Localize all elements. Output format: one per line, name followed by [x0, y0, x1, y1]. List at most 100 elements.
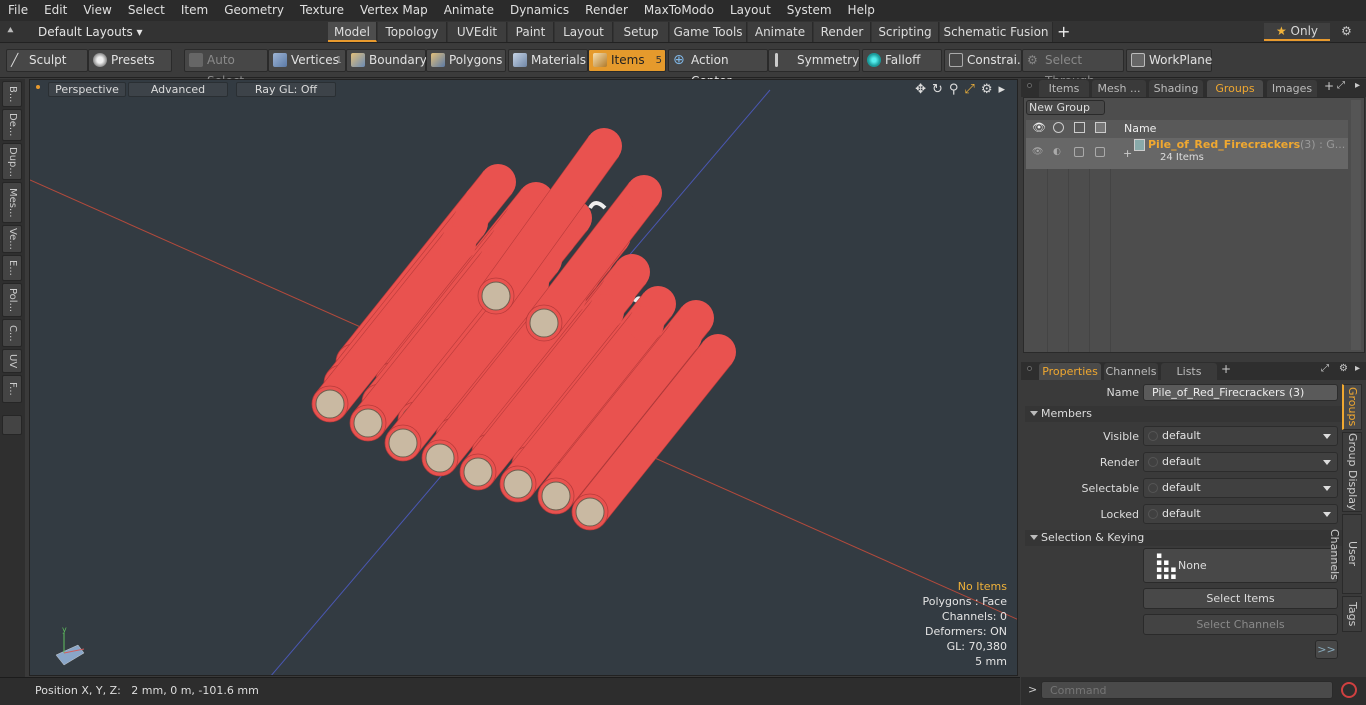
locked-dropdown[interactable]: default [1143, 504, 1338, 524]
props-tab-lists[interactable]: Lists [1161, 363, 1217, 380]
menu-maxtomodo[interactable]: MaxToModo [636, 0, 722, 21]
left-tab-3[interactable]: Mes... [2, 182, 22, 223]
menu-vertex-map[interactable]: Vertex Map [352, 0, 436, 21]
mode-tab-paint[interactable]: Paint [508, 22, 554, 42]
visibility-col-eye-icon[interactable]: 👁 [1032, 121, 1046, 134]
panel-tab-mesh-[interactable]: Mesh ... [1092, 80, 1146, 97]
panel-tab-items[interactable]: Items [1039, 80, 1089, 97]
menu-item[interactable]: Item [173, 0, 216, 21]
group-lock-box[interactable] [1095, 147, 1105, 157]
menu-render[interactable]: Render [577, 0, 636, 21]
left-tab-9[interactable]: F... [2, 375, 22, 403]
constraints-button[interactable]: Constrai... [944, 49, 1028, 72]
add-props-tab-icon[interactable]: + [1221, 362, 1231, 376]
props-menu-icon[interactable]: ▸ [1355, 363, 1360, 374]
symmetry-button[interactable]: Symmetry [768, 49, 860, 72]
zoom-view-icon[interactable]: ⚲ [949, 82, 959, 97]
props-expand-icon[interactable]: ⤢ [1321, 363, 1329, 374]
mode-tab-schematic-fusion[interactable]: Schematic Fusion [940, 22, 1053, 42]
name-input[interactable]: Pile_of_Red_Firecrackers (3) [1143, 384, 1338, 401]
left-tab-5[interactable]: E... [2, 255, 22, 281]
command-input[interactable] [1041, 681, 1333, 699]
auto-select-button[interactable]: Auto Select [184, 49, 268, 88]
sculpt-button[interactable]: ╱ Sculpt [6, 49, 88, 72]
panel-tab-shading[interactable]: Shading [1149, 80, 1203, 97]
mode-tab-uvedit[interactable]: UVEdit [448, 22, 507, 42]
side-tab-tags[interactable]: Tags [1342, 596, 1362, 632]
panel-menu-icon[interactable]: ▸ [1355, 80, 1360, 91]
rotate-view-icon[interactable]: ↻ [932, 82, 943, 97]
mode-tab-render[interactable]: Render [814, 22, 871, 42]
workplane-button[interactable]: WorkPlane [1126, 49, 1212, 72]
items-button[interactable]: Items 5 [588, 49, 666, 72]
mode-tab-topology[interactable]: Topology [378, 22, 447, 42]
perspective-button[interactable]: Perspective [48, 82, 126, 97]
group-visibility-icon[interactable]: 👁 [1032, 147, 1043, 157]
group-render-icon[interactable]: ◐ [1053, 147, 1061, 157]
more-button[interactable]: >> [1315, 640, 1338, 659]
select-col-icon[interactable] [1074, 122, 1085, 133]
props-gear-icon[interactable]: ⚙ [1339, 363, 1348, 374]
materials-button[interactable]: Materials [508, 49, 588, 72]
mode-tab-setup[interactable]: Setup [614, 22, 669, 42]
menu-select[interactable]: Select [120, 0, 173, 21]
mode-tab-layout[interactable]: Layout [555, 22, 613, 42]
maximize-view-icon[interactable]: ⤢ [964, 82, 974, 97]
add-panel-tab-icon[interactable]: + [1324, 79, 1334, 93]
select-through-button[interactable]: ⚙Select Through [1022, 49, 1124, 88]
mode-tab-animate[interactable]: Animate [748, 22, 813, 42]
settings-gear-icon[interactable]: ⚙ [1341, 24, 1352, 38]
menu-geometry[interactable]: Geometry [216, 0, 292, 21]
new-group-button[interactable]: New Group [1026, 100, 1105, 115]
selectable-dropdown[interactable]: default [1143, 478, 1338, 498]
add-tab-icon[interactable]: + [1057, 22, 1070, 42]
props-tab-properties[interactable]: Properties [1039, 363, 1101, 380]
panel-tab-groups[interactable]: Groups [1207, 80, 1263, 97]
action-center-button[interactable]: ⊕Action Center [668, 49, 768, 88]
left-tab-collapse[interactable] [2, 415, 22, 435]
viewport-menu-icon[interactable]: ▸ [998, 82, 1005, 97]
collapse-icon[interactable]: ⯅ [6, 24, 20, 38]
left-tab-2[interactable]: Dup... [2, 143, 22, 180]
presets-button[interactable]: Presets [88, 49, 172, 72]
render-col-icon[interactable] [1053, 122, 1064, 133]
move-view-icon[interactable]: ✥ [915, 82, 926, 97]
advanced-button[interactable]: Advanced [128, 82, 228, 97]
record-icon[interactable] [1341, 682, 1357, 698]
left-tab-7[interactable]: C... [2, 319, 22, 347]
left-tab-4[interactable]: Ve... [2, 225, 22, 253]
panel-tab-images[interactable]: Images [1267, 80, 1317, 97]
panel-expand-icon[interactable]: ⤢ [1337, 80, 1345, 91]
default-layouts-dropdown[interactable]: Default Layouts ▾ [38, 23, 143, 41]
members-section[interactable]: Members [1025, 406, 1360, 422]
menu-help[interactable]: Help [840, 0, 883, 21]
render-dropdown[interactable]: default [1143, 452, 1338, 472]
select-items-button[interactable]: Select Items [1143, 588, 1338, 609]
polygons-button[interactable]: Polygons [426, 49, 506, 72]
left-tab-0[interactable]: B... [2, 81, 22, 107]
groups-scrollbar[interactable] [1351, 100, 1361, 350]
vertices-button[interactable]: Vertices 1 [268, 49, 346, 72]
side-tab-user-channels[interactable]: User Channels [1328, 514, 1362, 594]
name-column-header[interactable]: Name [1124, 122, 1156, 135]
keying-none-button[interactable]: ▪ ▪▪ ▪▪▪ ▪▪▪ None [1143, 548, 1338, 583]
viewport-gear-icon[interactable]: ⚙ [981, 82, 993, 97]
selection-keying-section[interactable]: Selection & Keying [1025, 530, 1360, 546]
select-channels-button[interactable]: Select Channels [1143, 614, 1338, 635]
raygl-button[interactable]: Ray GL: Off [236, 82, 336, 97]
only-toggle[interactable]: ★ Only [1264, 23, 1330, 41]
menu-animate[interactable]: Animate [436, 0, 502, 21]
menu-file[interactable]: File [0, 0, 36, 21]
side-tab-group-display[interactable]: Group Display [1342, 432, 1362, 512]
left-tab-8[interactable]: UV [2, 349, 22, 373]
3d-viewport[interactable]: y Perspective Advanced Ray GL: Off ✥ ↻ ⚲… [29, 79, 1018, 676]
menu-layout[interactable]: Layout [722, 0, 779, 21]
side-tab-groups[interactable]: Groups [1342, 384, 1362, 430]
left-tab-1[interactable]: De... [2, 109, 22, 141]
menu-edit[interactable]: Edit [36, 0, 75, 21]
falloff-button[interactable]: Falloff [862, 49, 942, 72]
mode-tab-game-tools[interactable]: Game Tools [670, 22, 747, 42]
menu-texture[interactable]: Texture [292, 0, 352, 21]
group-select-box[interactable] [1074, 147, 1084, 157]
lock-col-icon[interactable] [1095, 122, 1106, 133]
